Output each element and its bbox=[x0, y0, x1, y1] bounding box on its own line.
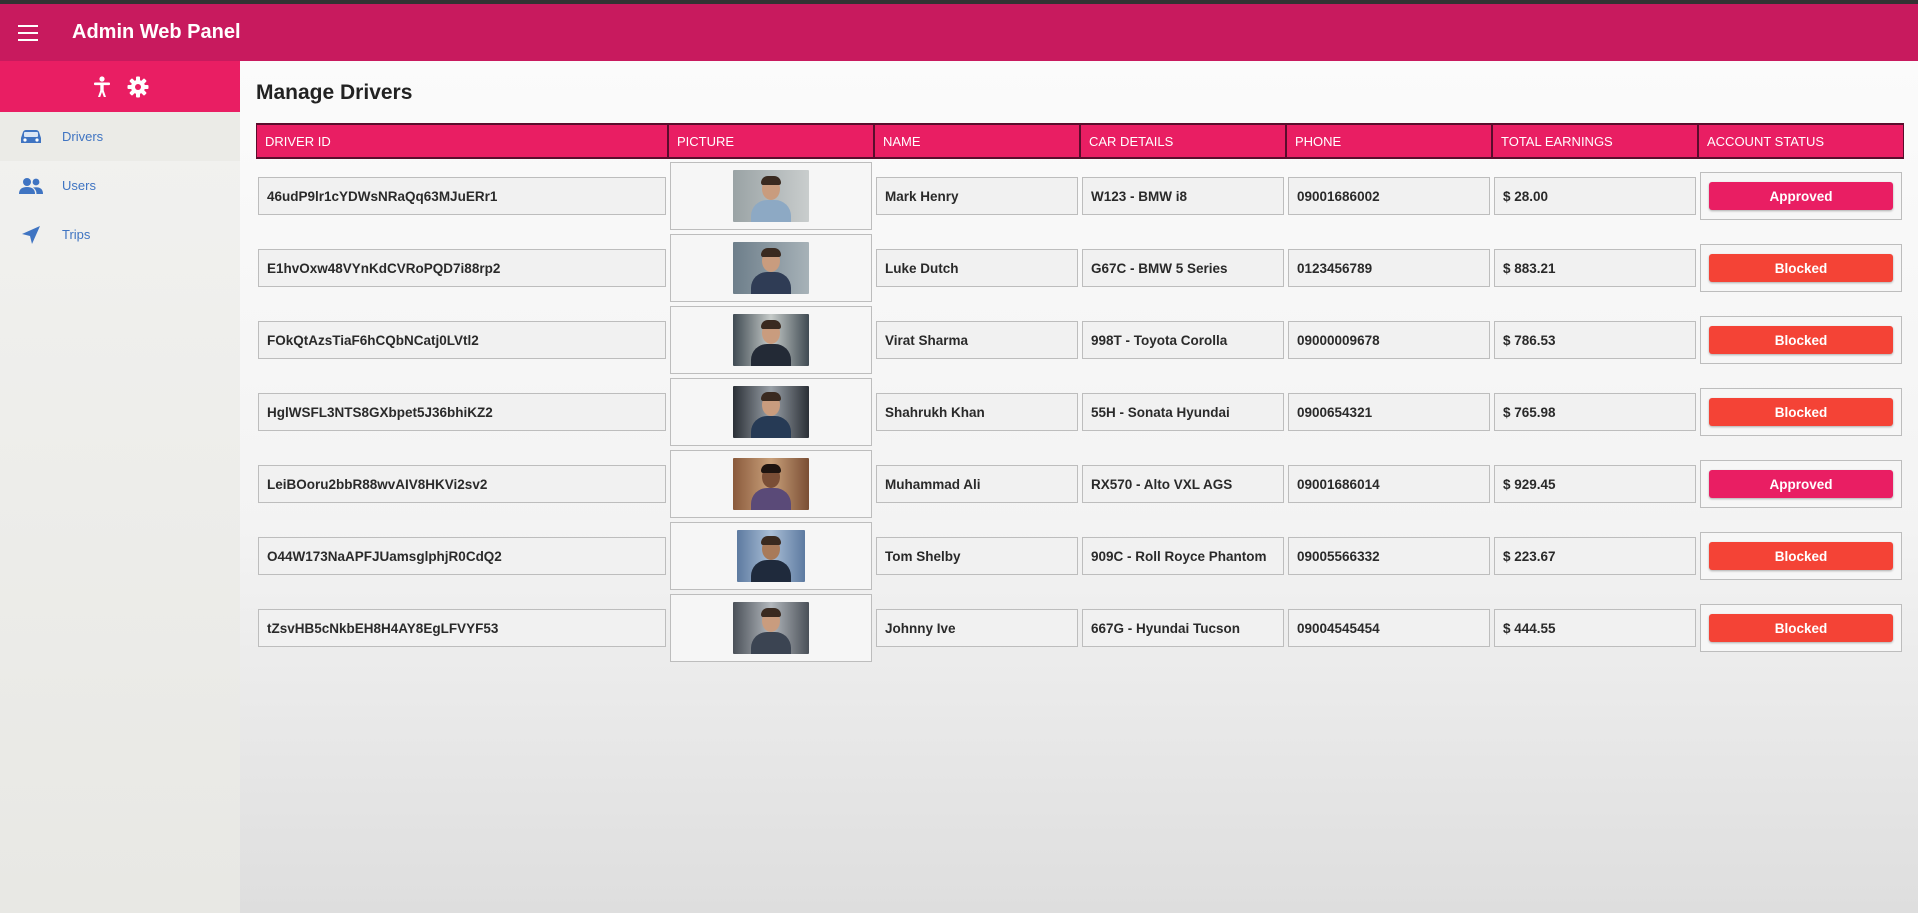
phone-cell: 09001686002 bbox=[1288, 177, 1490, 215]
approved-button[interactable]: Approved bbox=[1709, 182, 1893, 210]
sidebar-item-label: Drivers bbox=[62, 129, 104, 144]
name-cell: Muhammad Ali bbox=[876, 465, 1078, 503]
blocked-button[interactable]: Blocked bbox=[1709, 614, 1893, 642]
table-row: LeiBOoru2bbR88wvAIV8HKVi2sv2 Muhammad Al… bbox=[256, 449, 1904, 519]
menu-icon[interactable] bbox=[0, 4, 56, 61]
driver-photo bbox=[733, 458, 809, 510]
name-cell: Virat Sharma bbox=[876, 321, 1078, 359]
picture-cell bbox=[670, 234, 872, 302]
name-cell: Johnny Ive bbox=[876, 609, 1078, 647]
account-status-cell: Approved bbox=[1700, 460, 1902, 508]
picture-cell bbox=[670, 594, 872, 662]
earnings-cell: $ 28.00 bbox=[1494, 177, 1696, 215]
accessibility-icon[interactable] bbox=[91, 75, 113, 98]
car-details-cell: 55H - Sonata Hyundai bbox=[1082, 393, 1284, 431]
blocked-button[interactable]: Blocked bbox=[1709, 326, 1893, 354]
table-row: tZsvHB5cNkbEH8H4AY8EgLFVYF53 Johnny Ive … bbox=[256, 593, 1904, 663]
column-header-picture: PICTURE bbox=[668, 123, 874, 159]
column-header-driver-id: DRIVER ID bbox=[256, 123, 668, 159]
car-details-cell: W123 - BMW i8 bbox=[1082, 177, 1284, 215]
driver-photo bbox=[733, 386, 809, 438]
picture-cell bbox=[670, 378, 872, 446]
driver-photo bbox=[733, 170, 809, 222]
car-details-cell: 909C - Roll Royce Phantom bbox=[1082, 537, 1284, 575]
name-cell: Mark Henry bbox=[876, 177, 1078, 215]
column-header-account-status: ACCOUNT STATUS bbox=[1698, 123, 1904, 159]
table-row: O44W173NaAPFJUamsglphjR0CdQ2 Tom Shelby … bbox=[256, 521, 1904, 591]
earnings-cell: $ 223.67 bbox=[1494, 537, 1696, 575]
navigation-icon bbox=[0, 225, 62, 245]
driver-id-cell: 46udP9lr1cYDWsNRaQq63MJuERr1 bbox=[258, 177, 666, 215]
name-cell: Shahrukh Khan bbox=[876, 393, 1078, 431]
approved-button[interactable]: Approved bbox=[1709, 470, 1893, 498]
phone-cell: 09004545454 bbox=[1288, 609, 1490, 647]
picture-cell bbox=[670, 450, 872, 518]
picture-cell bbox=[670, 522, 872, 590]
picture-cell bbox=[670, 306, 872, 374]
driver-id-cell: tZsvHB5cNkbEH8H4AY8EgLFVYF53 bbox=[258, 609, 666, 647]
name-cell: Tom Shelby bbox=[876, 537, 1078, 575]
sidebar: Drivers Users Trips bbox=[0, 61, 240, 913]
phone-cell: 0123456789 bbox=[1288, 249, 1490, 287]
car-details-cell: 667G - Hyundai Tucson bbox=[1082, 609, 1284, 647]
phone-cell: 0900654321 bbox=[1288, 393, 1490, 431]
sidebar-header bbox=[0, 61, 240, 112]
app-title: Admin Web Panel bbox=[72, 21, 241, 43]
blocked-button[interactable]: Blocked bbox=[1709, 254, 1893, 282]
page-title: Manage Drivers bbox=[256, 81, 413, 104]
phone-cell: 09005566332 bbox=[1288, 537, 1490, 575]
app-bar: Admin Web Panel bbox=[0, 4, 1918, 61]
phone-cell: 09000009678 bbox=[1288, 321, 1490, 359]
earnings-cell: $ 765.98 bbox=[1494, 393, 1696, 431]
earnings-cell: $ 786.53 bbox=[1494, 321, 1696, 359]
earnings-cell: $ 929.45 bbox=[1494, 465, 1696, 503]
main-content: Manage Drivers DRIVER ID PICTURE NAME CA… bbox=[240, 61, 1918, 913]
table-row: E1hvOxw48VYnKdCVRoPQD7i88rp2 Luke Dutch … bbox=[256, 233, 1904, 303]
sidebar-item-trips[interactable]: Trips bbox=[0, 210, 240, 259]
table-row: FOkQtAzsTiaF6hCQbNCatj0LVtl2 Virat Sharm… bbox=[256, 305, 1904, 375]
account-status-cell: Blocked bbox=[1700, 244, 1902, 292]
driver-photo bbox=[733, 314, 809, 366]
driver-id-cell: FOkQtAzsTiaF6hCQbNCatj0LVtl2 bbox=[258, 321, 666, 359]
sidebar-item-label: Trips bbox=[62, 227, 91, 242]
blocked-button[interactable]: Blocked bbox=[1709, 542, 1893, 570]
picture-cell bbox=[670, 162, 872, 230]
car-details-cell: 998T - Toyota Corolla bbox=[1082, 321, 1284, 359]
car-details-cell: G67C - BMW 5 Series bbox=[1082, 249, 1284, 287]
blocked-button[interactable]: Blocked bbox=[1709, 398, 1893, 426]
account-status-cell: Blocked bbox=[1700, 604, 1902, 652]
earnings-cell: $ 883.21 bbox=[1494, 249, 1696, 287]
driver-id-cell: O44W173NaAPFJUamsglphjR0CdQ2 bbox=[258, 537, 666, 575]
sidebar-item-drivers[interactable]: Drivers bbox=[0, 112, 240, 161]
sidebar-item-label: Users bbox=[62, 178, 96, 193]
table-row: 46udP9lr1cYDWsNRaQq63MJuERr1 Mark Henry … bbox=[256, 161, 1904, 231]
column-header-total-earnings: TOTAL EARNINGS bbox=[1492, 123, 1698, 159]
driver-photo bbox=[737, 530, 805, 582]
users-icon bbox=[0, 177, 62, 195]
driver-photo bbox=[733, 242, 809, 294]
driver-id-cell: E1hvOxw48VYnKdCVRoPQD7i88rp2 bbox=[258, 249, 666, 287]
earnings-cell: $ 444.55 bbox=[1494, 609, 1696, 647]
gear-icon[interactable] bbox=[127, 76, 149, 98]
column-header-phone: PHONE bbox=[1286, 123, 1492, 159]
sidebar-item-users[interactable]: Users bbox=[0, 161, 240, 210]
account-status-cell: Blocked bbox=[1700, 388, 1902, 436]
column-header-car-details: CAR DETAILS bbox=[1080, 123, 1286, 159]
driver-id-cell: HglWSFL3NTS8GXbpet5J36bhiKZ2 bbox=[258, 393, 666, 431]
table-row: HglWSFL3NTS8GXbpet5J36bhiKZ2 Shahrukh Kh… bbox=[256, 377, 1904, 447]
account-status-cell: Approved bbox=[1700, 172, 1902, 220]
driver-id-cell: LeiBOoru2bbR88wvAIV8HKVi2sv2 bbox=[258, 465, 666, 503]
account-status-cell: Blocked bbox=[1700, 532, 1902, 580]
car-details-cell: RX570 - Alto VXL AGS bbox=[1082, 465, 1284, 503]
table-header: DRIVER ID PICTURE NAME CAR DETAILS PHONE… bbox=[256, 123, 1904, 159]
name-cell: Luke Dutch bbox=[876, 249, 1078, 287]
driver-photo bbox=[733, 602, 809, 654]
phone-cell: 09001686014 bbox=[1288, 465, 1490, 503]
column-header-name: NAME bbox=[874, 123, 1080, 159]
account-status-cell: Blocked bbox=[1700, 316, 1902, 364]
car-icon bbox=[0, 129, 62, 145]
